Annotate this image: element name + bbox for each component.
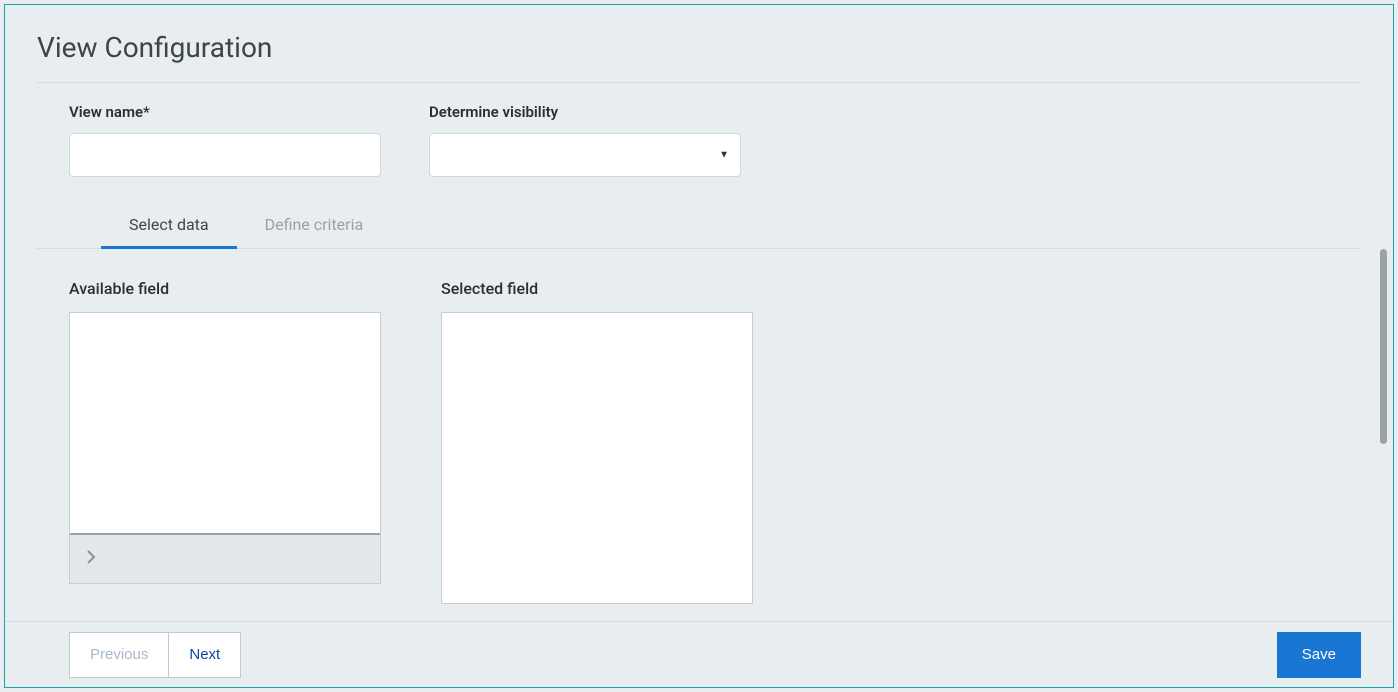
view-name-label: View name* — [69, 103, 381, 121]
footer: Previous Next Save — [5, 621, 1393, 687]
chevron-right-icon — [86, 549, 96, 569]
available-field-listbox[interactable] — [69, 312, 381, 584]
available-field-column: Available field — [69, 279, 381, 609]
next-button[interactable]: Next — [168, 632, 241, 678]
view-configuration-panel: View Configuration View name* Determine … — [4, 4, 1394, 688]
tab-select-data[interactable]: Select data — [101, 205, 237, 249]
selected-field-label: Selected field — [441, 279, 753, 298]
available-field-footer[interactable] — [70, 535, 380, 583]
selected-field-column: Selected field — [441, 279, 753, 609]
previous-button[interactable]: Previous — [69, 632, 168, 678]
content-area: Available field Selected field — [5, 249, 1393, 609]
tabs: Select data Define criteria — [37, 177, 1361, 249]
visibility-select[interactable] — [429, 133, 741, 177]
available-field-list-inner — [70, 313, 380, 535]
view-name-input[interactable] — [69, 133, 381, 177]
tab-define-criteria[interactable]: Define criteria — [237, 205, 392, 249]
save-button[interactable]: Save — [1277, 632, 1361, 678]
form-row: View name* Determine visibility ▼ — [5, 83, 1393, 177]
selected-field-listbox[interactable] — [441, 312, 753, 604]
panel-title: View Configuration — [5, 31, 1393, 82]
visibility-field-group: Determine visibility ▼ — [429, 103, 741, 177]
visibility-label: Determine visibility — [429, 103, 741, 121]
footer-left-buttons: Previous Next — [69, 632, 241, 678]
visibility-select-wrap: ▼ — [429, 133, 741, 177]
scrollbar-thumb[interactable] — [1380, 249, 1387, 444]
available-field-label: Available field — [69, 279, 381, 298]
view-name-field-group: View name* — [69, 103, 381, 177]
